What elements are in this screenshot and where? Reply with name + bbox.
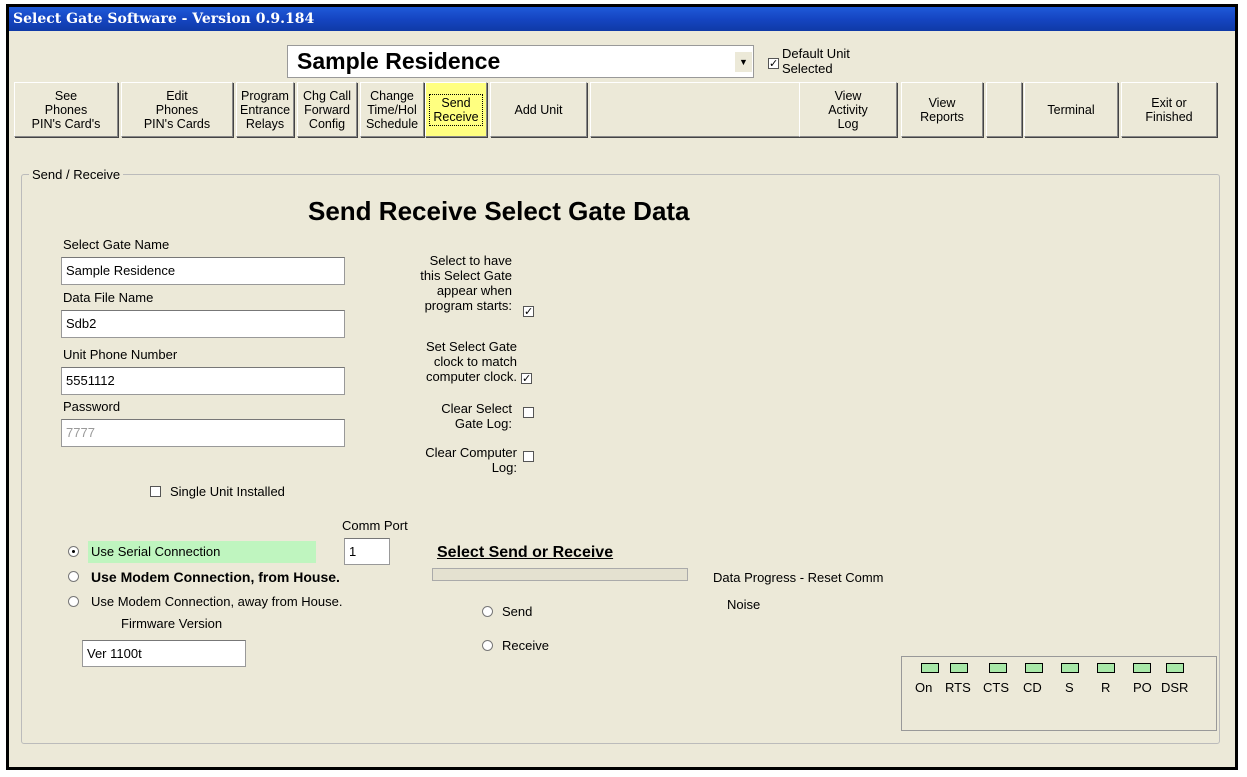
firmware-field[interactable]: Ver 1100t [82,640,246,667]
clear-computer-log-checkbox[interactable] [523,451,534,462]
data-file-label: Data File Name [63,290,154,305]
appear-on-start-label: Select to have this Select Gate appear w… [420,253,512,313]
sync-clock-label: Set Select Gate clock to match computer … [425,339,517,384]
blank-button-2[interactable] [986,82,1022,137]
frame-title: Send / Receive [29,167,124,182]
phone-field[interactable]: 5551112 [61,367,345,395]
add-unit-button[interactable]: Add Unit [490,82,587,137]
activity-log-button[interactable]: View Activity Log [799,82,897,137]
firmware-label: Firmware Version [121,616,223,631]
program-relays-button[interactable]: Program Entrance Relays [236,82,294,137]
gate-name-label: Select Gate Name [63,237,170,252]
title-bar: Select Gate Software - Version 0.9.184 [9,7,1235,31]
data-file-field[interactable]: Sdb2 [61,310,345,338]
blank-button[interactable] [590,82,800,137]
led-label-po: PO [1133,680,1152,695]
clear-computer-log-label: Clear Computer Log: [425,445,517,475]
password-field[interactable]: 7777 [61,419,345,447]
clear-gate-log-checkbox[interactable] [523,407,534,418]
modem-house-label: Use Modem Connection, from House. [91,569,340,585]
serial-label: Use Serial Connection [91,544,221,559]
sync-clock-checkbox[interactable]: ✓ [521,373,532,384]
receive-radio[interactable] [482,640,493,651]
chevron-down-icon[interactable]: ▼ [735,52,752,72]
page-title: Send Receive Select Gate Data [308,196,690,226]
unit-select-value: Sample Residence [297,48,501,74]
progress-bar [432,568,688,581]
unit-select[interactable]: Sample Residence ▼ [287,45,754,78]
password-label: Password [63,399,121,414]
send-radio[interactable] [482,606,493,617]
clear-gate-log-label: Clear Select Gate Log: [441,401,512,431]
modem-house-radio[interactable] [68,571,79,582]
single-unit-checkbox[interactable] [150,486,161,497]
serial-radio[interactable] [68,546,79,557]
led-label-cts: CTS [983,680,1009,695]
comm-port-field[interactable]: 1 [344,538,390,565]
call-forward-button[interactable]: Chg Call Forward Config [297,82,357,137]
send-receive-title: Select Send or Receive [437,544,614,561]
exit-button[interactable]: Exit or Finished [1121,82,1217,137]
led-s [1061,663,1079,673]
led-r [1097,663,1115,673]
led-on [921,663,939,673]
default-unit-label: Default Unit Selected [782,46,850,76]
led-label-on: On [915,680,933,695]
led-cts [989,663,1007,673]
led-label-cd: CD [1023,680,1042,695]
progress-label: Data Progress - Reset Comm [713,570,884,585]
schedule-button[interactable]: Change Time/Hol Schedule [360,82,424,137]
default-unit-checkbox[interactable]: ✓ [768,58,779,69]
led-label-s: S [1065,680,1074,695]
led-rts [950,663,968,673]
led-label-rts: RTS [945,680,971,695]
comm-port-label: Comm Port [342,518,408,533]
modem-away-radio[interactable] [68,596,79,607]
led-dsr [1166,663,1184,673]
single-unit-label: Single Unit Installed [170,484,285,499]
appear-on-start-checkbox[interactable]: ✓ [523,306,534,317]
terminal-button[interactable]: Terminal [1024,82,1118,137]
modem-away-label: Use Modem Connection, away from House. [91,594,343,609]
see-phones-button[interactable]: See Phones PIN's Card's [14,82,118,137]
led-label-dsr: DSR [1161,680,1189,695]
edit-phones-button[interactable]: Edit Phones PIN's Cards [121,82,233,137]
noise-label: Noise [727,597,761,612]
led-cd [1025,663,1043,673]
receive-label: Receive [502,638,549,653]
send-label: Send [502,604,533,619]
phone-label: Unit Phone Number [63,347,178,362]
gate-name-field[interactable]: Sample Residence [61,257,345,285]
led-label-r: R [1101,680,1111,695]
view-reports-button[interactable]: View Reports [901,82,983,137]
led-po [1133,663,1151,673]
send-receive-button[interactable]: Send Receive [425,82,487,137]
